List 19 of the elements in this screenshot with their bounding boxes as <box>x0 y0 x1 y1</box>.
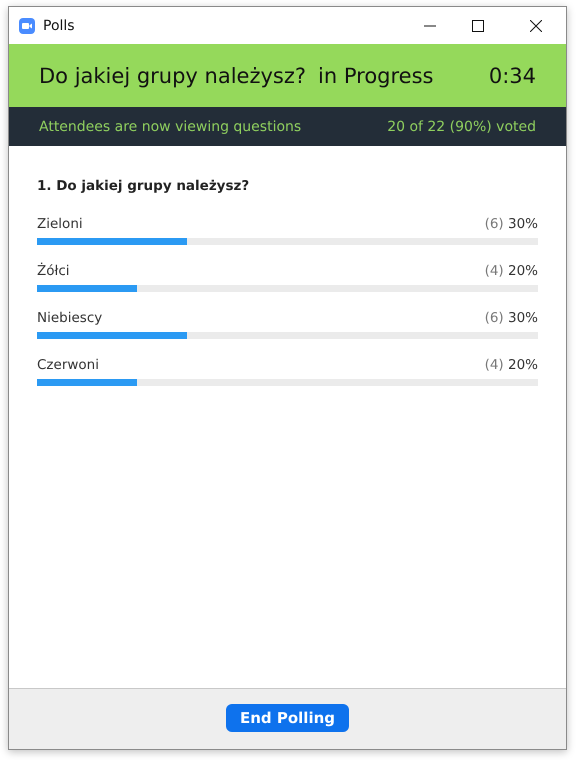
question-title: 1. Do jakiej grupy należysz? <box>37 178 250 194</box>
status-message: Attendees are now viewing questions <box>39 118 302 134</box>
window-title: Polls <box>43 18 76 34</box>
close-icon <box>530 20 542 32</box>
poll-timer: 0:34 <box>488 64 536 88</box>
answer-result: (4) 20% <box>484 263 538 279</box>
answer-label: Czerwoni <box>37 357 99 373</box>
maximize-icon <box>472 20 484 32</box>
end-polling-button[interactable]: End Polling <box>226 704 350 732</box>
video-camera-icon <box>19 18 35 34</box>
answer-result: (6) 30% <box>484 216 538 232</box>
answer-label: Żółci <box>37 263 70 279</box>
answer-label: Niebiescy <box>37 310 102 326</box>
vote-count: 20 of 22 (90%) voted <box>387 118 536 134</box>
answer-result: (6) 30% <box>484 310 538 326</box>
answer-label: Zieloni <box>37 216 83 232</box>
answer-result: (4) 20% <box>484 357 538 373</box>
poll-title: Do jakiej grupy należysz? <box>39 64 306 88</box>
poll-status: in Progress <box>318 64 434 88</box>
